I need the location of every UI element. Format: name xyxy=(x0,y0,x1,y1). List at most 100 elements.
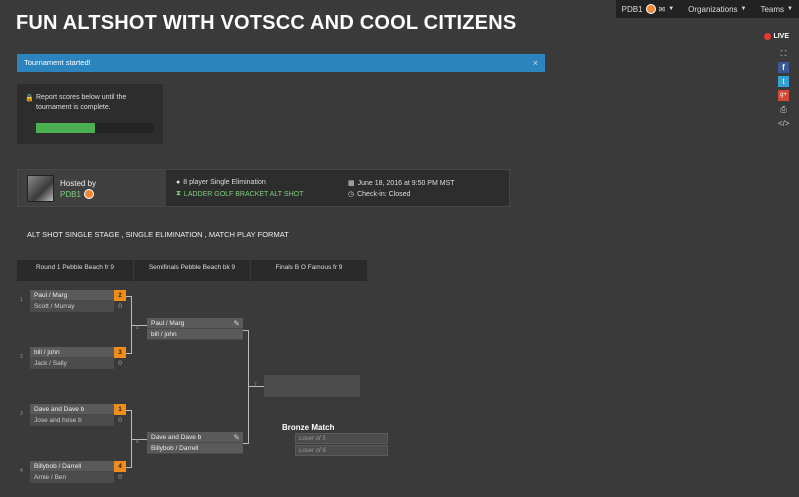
user-name: PDB1 xyxy=(621,4,643,14)
chevron-down-icon: ▼ xyxy=(787,6,793,12)
player-name: Dave and Dave b xyxy=(34,405,85,413)
tournament-alert: Tournament started! × xyxy=(17,54,545,72)
report-text: Report scores below until the tournament… xyxy=(36,94,127,111)
info-icon: ● xyxy=(176,179,181,186)
report-box: 🔒 Report scores below until the tourname… xyxy=(17,84,163,144)
round-header-1: Round 1 Pebble Beach fr 9 xyxy=(17,260,133,281)
match-slot[interactable]: bill / john 3 xyxy=(30,347,126,358)
match-slot[interactable]: Jack / Sally 0 xyxy=(30,358,126,369)
google-plus-icon[interactable]: g+ xyxy=(778,90,789,101)
calendar-icon: ▦ xyxy=(348,180,355,187)
bronze-slot[interactable]: Loser of 6 xyxy=(295,445,388,456)
host-panel: Hosted by PDB1 xyxy=(18,170,166,206)
round-header-3: Finals B O Famous fr 9 xyxy=(251,260,367,281)
player-name: Billybob / Darrell xyxy=(34,462,82,470)
organizations-menu[interactable]: Organizations ▼ xyxy=(688,5,746,14)
match-slot[interactable]: Billybob / Darrell xyxy=(147,443,243,454)
bronze-match-title: Bronze Match xyxy=(282,423,335,432)
edit-icon[interactable]: ✎ xyxy=(233,433,240,442)
page-title: FUN ALTSHOT WITH VOTSCC AND COOL CITIZEN… xyxy=(16,12,517,34)
progress-bar xyxy=(36,123,154,133)
match-number: 5 xyxy=(136,325,139,331)
match-1[interactable]: Paul / Marg 2 Scott / Murray 0 xyxy=(30,290,126,312)
match-number: 6 xyxy=(136,439,139,445)
teams-label: Teams xyxy=(760,4,785,14)
match-slot[interactable]: Dave and Dave b ✎ xyxy=(147,432,243,443)
round-header-2: Semifinals Pebble Beach bk 9 xyxy=(134,260,250,281)
checkin-info: ◷ Check-in: Closed xyxy=(348,190,411,199)
alert-text: Tournament started! xyxy=(24,58,91,67)
match-6[interactable]: Dave and Dave b ✎ Billybob / Darrell xyxy=(147,432,243,454)
match-number: 2 xyxy=(20,354,23,360)
player-name: Arnie / Ben xyxy=(34,473,67,481)
user-avatar-icon xyxy=(83,189,94,199)
match-7[interactable] xyxy=(264,375,360,397)
match-5[interactable]: Paul / Marg ✎ bill / john xyxy=(147,318,243,340)
organizations-label: Organizations xyxy=(688,4,738,14)
match-slot[interactable] xyxy=(264,375,360,386)
checkin-text: Check-in: Closed xyxy=(357,190,411,198)
share-toolbar: ⛶ f t g+ ⎙ </> xyxy=(778,48,790,129)
player-name: Paul / Marg xyxy=(151,319,185,327)
hosted-by-label: Hosted by xyxy=(60,179,97,188)
player-name: Dave and Dave b xyxy=(151,433,202,441)
match-slot[interactable]: Scott / Murray 0 xyxy=(30,301,126,312)
format-info: ● 8 player Single Elimination xyxy=(176,179,266,186)
host-user-name: PDB1 xyxy=(60,189,81,199)
score: 1 xyxy=(114,404,126,415)
facebook-icon[interactable]: f xyxy=(778,62,789,73)
match-4[interactable]: Billybob / Darrell 4 Arnie / Ben 0 xyxy=(30,461,126,483)
match-3[interactable]: Dave and Dave b 1 Jose and hose b 0 xyxy=(30,404,126,426)
mail-icon[interactable]: ✉ xyxy=(659,5,666,14)
score: 0 xyxy=(114,301,126,312)
player-name: bill / john xyxy=(151,330,177,338)
match-slot[interactable] xyxy=(264,386,360,397)
host-user-link[interactable]: PDB1 xyxy=(60,189,94,199)
score: 3 xyxy=(114,347,126,358)
score: 2 xyxy=(114,290,126,301)
close-icon[interactable]: × xyxy=(533,54,538,72)
match-slot[interactable]: Paul / Marg ✎ xyxy=(147,318,243,329)
progress-fill xyxy=(36,123,95,133)
match-number: 4 xyxy=(20,468,23,474)
match-slot[interactable]: Arnie / Ben 0 xyxy=(30,472,126,483)
game-link[interactable]: ⧗ LADDER GOLF BRACKET ALT SHOT xyxy=(176,190,303,198)
match-2[interactable]: bill / john 3 Jack / Sally 0 xyxy=(30,347,126,369)
date-info: ▦ June 18, 2016 at 9:50 PM MST xyxy=(348,179,455,188)
match-slot[interactable]: Jose and hose b 0 xyxy=(30,415,126,426)
bracket-connector xyxy=(132,325,147,326)
chevron-down-icon: ▼ xyxy=(668,6,675,12)
host-avatar[interactable] xyxy=(27,175,54,202)
embed-icon[interactable]: </> xyxy=(778,118,790,129)
host-bar: Hosted by PDB1 ● 8 player Single Elimina… xyxy=(17,169,510,207)
score: 0 xyxy=(114,358,126,369)
match-number: 7 xyxy=(254,382,257,388)
format-text: 8 player Single Elimination xyxy=(183,179,266,186)
match-slot[interactable]: Billybob / Darrell 4 xyxy=(30,461,126,472)
score: 4 xyxy=(114,461,126,472)
player-name: Paul / Marg xyxy=(34,291,68,299)
edit-icon[interactable]: ✎ xyxy=(233,319,240,328)
match-slot[interactable]: Dave and Dave b 1 xyxy=(30,404,126,415)
live-badge: LIVE xyxy=(764,33,789,40)
clock-icon: ◷ xyxy=(348,191,355,198)
date-text: June 18, 2016 at 9:50 PM MST xyxy=(357,179,455,187)
fullscreen-icon[interactable]: ⛶ xyxy=(778,48,789,59)
live-dot-icon xyxy=(764,33,772,40)
live-label: LIVE xyxy=(773,33,789,40)
bronze-slot[interactable]: Loser of 5 xyxy=(295,433,388,444)
twitter-icon[interactable]: t xyxy=(778,76,789,87)
user-menu[interactable]: PDB1 ✉ ▼ xyxy=(621,4,675,14)
game-text: LADDER GOLF BRACKET ALT SHOT xyxy=(183,190,304,198)
teams-menu[interactable]: Teams ▼ xyxy=(760,5,793,14)
match-slot[interactable]: Paul / Marg 2 xyxy=(30,290,126,301)
score: 0 xyxy=(114,415,126,426)
hourglass-icon: ⧗ xyxy=(176,190,181,197)
bracket-connector xyxy=(243,330,249,444)
print-icon[interactable]: ⎙ xyxy=(778,104,789,115)
player-name: bill / john xyxy=(34,348,60,356)
user-avatar-icon xyxy=(645,4,656,14)
match-number: 1 xyxy=(20,297,23,303)
player-name: Jack / Sally xyxy=(34,359,67,367)
match-slot[interactable]: bill / john xyxy=(147,329,243,340)
